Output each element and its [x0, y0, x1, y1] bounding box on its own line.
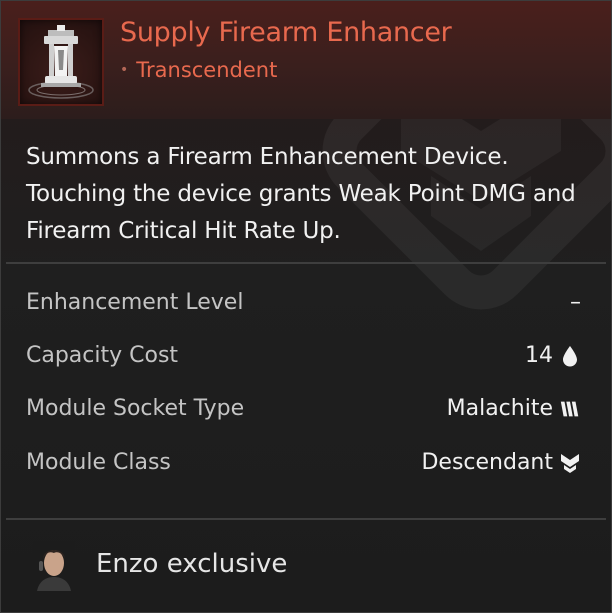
enhancement-level-value: –: [570, 290, 581, 315]
tooltip-header: Supply Firearm Enhancer • Transcendent: [1, 1, 611, 119]
exclusive-label: Enzo exclusive: [96, 549, 288, 579]
stat-row-enhancement-level: Enhancement Level –: [26, 287, 581, 323]
stat-label: Capacity Cost: [26, 343, 179, 368]
module-class-value: Descendant: [421, 450, 553, 475]
divider: [6, 262, 606, 264]
stat-row-module-class: Module Class Descendant: [26, 447, 581, 483]
stat-value: Descendant: [421, 450, 581, 475]
capacity-cost-value: 14: [525, 343, 553, 368]
socket-type-value: Malachite: [446, 396, 553, 421]
stat-label: Module Class: [26, 450, 171, 475]
rarity-text: Transcendent: [136, 58, 278, 82]
divider: [6, 518, 606, 520]
descendant-class-icon: [561, 453, 579, 473]
malachite-socket-icon: [560, 401, 579, 416]
stat-label: Enhancement Level: [26, 290, 244, 315]
stat-row-socket-type: Module Socket Type Malachite: [26, 393, 581, 429]
rarity-label: • Transcendent: [120, 58, 277, 82]
stat-value: –: [570, 290, 581, 315]
module-tooltip-card: Supply Firearm Enhancer • Transcendent Su…: [0, 0, 612, 613]
item-title: Supply Firearm Enhancer: [120, 17, 452, 48]
rarity-bullet: •: [120, 62, 129, 78]
stat-row-capacity-cost: Capacity Cost 14: [26, 340, 581, 376]
stat-value: 14: [525, 343, 581, 368]
capacity-drop-icon: [563, 345, 577, 366]
stat-label: Module Socket Type: [26, 396, 245, 421]
stat-value: Malachite: [447, 396, 581, 421]
enzo-portrait-icon: [33, 541, 75, 591]
firearm-enhancement-device-icon: [18, 18, 104, 106]
item-description: Summons a Firearm Enhancement Device. To…: [26, 144, 576, 244]
